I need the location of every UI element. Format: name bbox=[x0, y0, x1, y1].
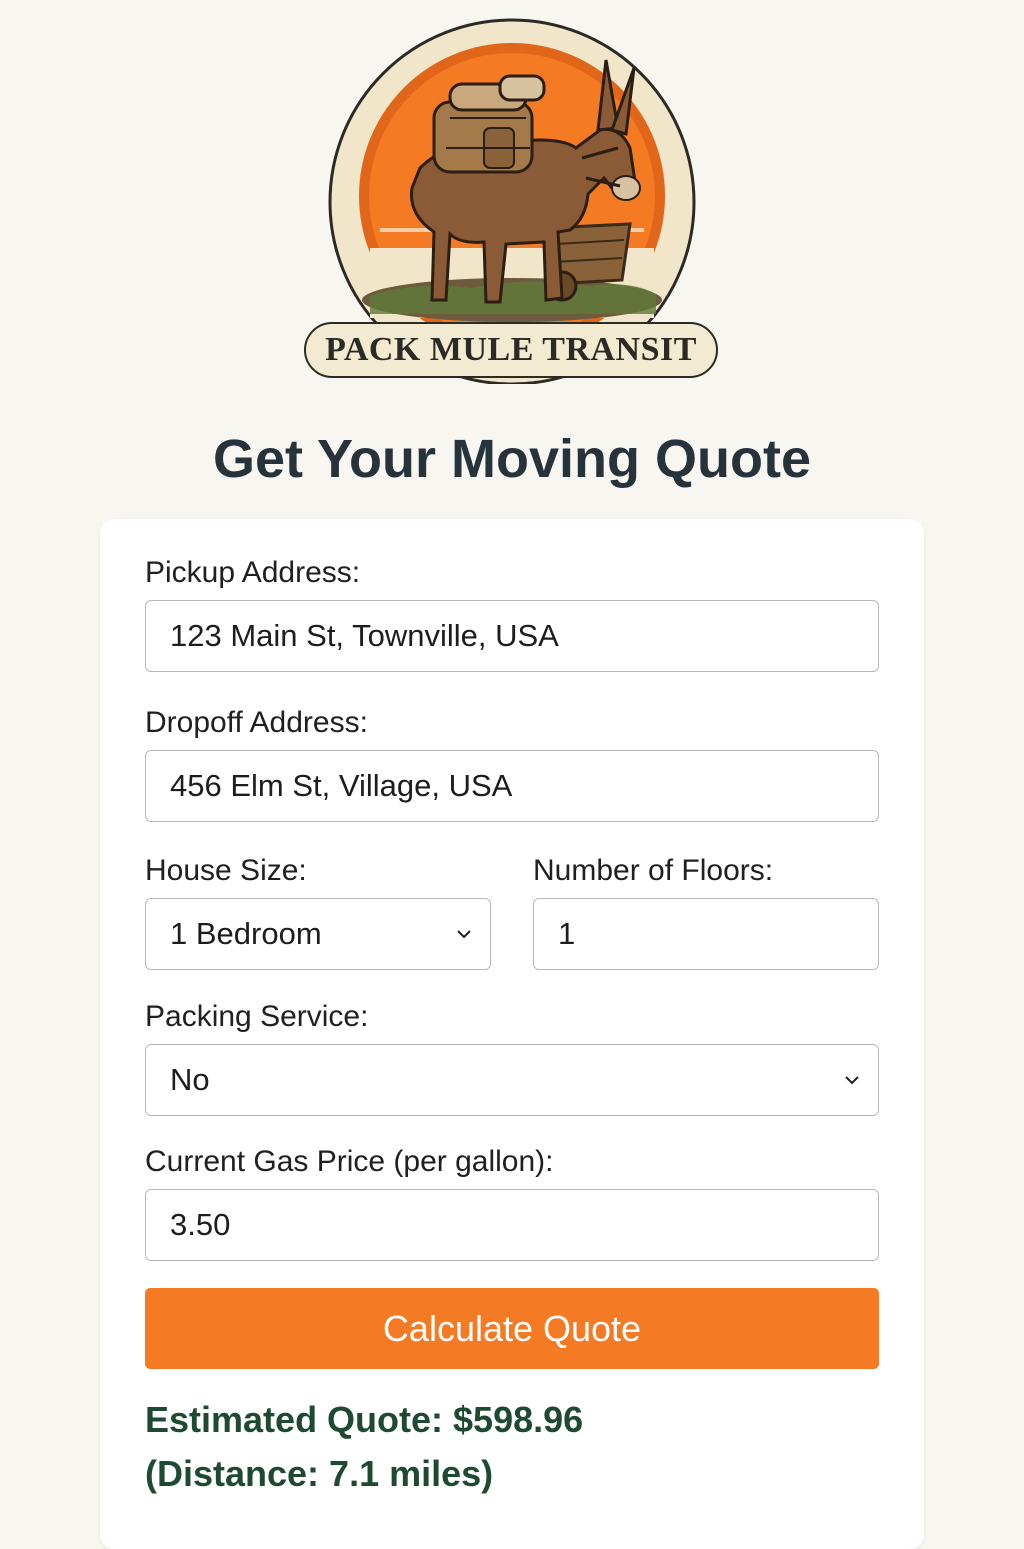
gas-price-label: Current Gas Price (per gallon): bbox=[145, 1145, 554, 1178]
dropoff-address-label: Dropoff Address: bbox=[145, 706, 368, 739]
floors-label: Number of Floors: bbox=[533, 854, 774, 887]
estimated-quote-text: Estimated Quote: $598.96 bbox=[145, 1399, 584, 1440]
dropoff-address-input[interactable]: 456 Elm St, Village, USA bbox=[145, 750, 879, 822]
floors-input[interactable]: 1 bbox=[533, 898, 879, 970]
pickup-address-input[interactable]: 123 Main St, Townville, USA bbox=[145, 600, 879, 672]
gas-price-input[interactable]: 3.50 bbox=[145, 1189, 879, 1261]
logo-wordmark: PACK MULE TRANSIT bbox=[304, 322, 718, 378]
quote-form-card: Pickup Address: 123 Main St, Townville, … bbox=[100, 519, 924, 1549]
pickup-address-label: Pickup Address: bbox=[145, 556, 361, 589]
page-title: Get Your Moving Quote bbox=[212, 429, 811, 489]
chevron-down-icon bbox=[457, 930, 471, 939]
company-logo: PACK MULE TRANSIT bbox=[300, 18, 724, 384]
packing-service-value: No bbox=[170, 1062, 210, 1097]
packing-service-label: Packing Service: bbox=[145, 1000, 369, 1033]
distance-text: (Distance: 7.1 miles) bbox=[145, 1453, 494, 1494]
calculate-quote-button[interactable]: Calculate Quote bbox=[145, 1288, 879, 1369]
chevron-down-icon bbox=[845, 1076, 859, 1085]
house-size-value: 1 Bedroom bbox=[170, 916, 322, 951]
house-size-select[interactable]: 1 Bedroom bbox=[145, 898, 491, 970]
packing-service-select[interactable]: No bbox=[145, 1044, 879, 1116]
house-size-label: House Size: bbox=[145, 854, 307, 887]
